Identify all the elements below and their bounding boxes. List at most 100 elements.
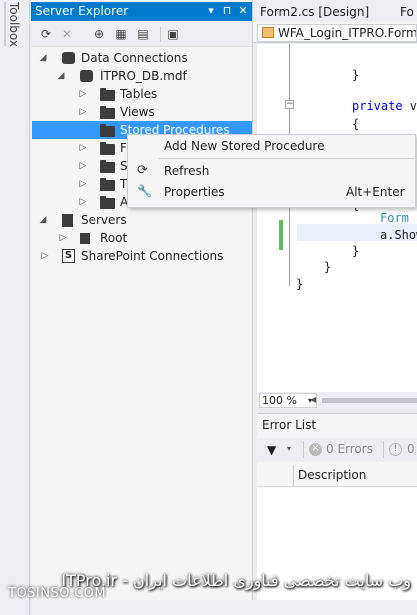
tree-label: Servers	[81, 213, 127, 227]
collapse-arrow-icon[interactable]: ◢	[38, 211, 48, 229]
tree-item-itpro-db[interactable]: ◢ ITPRO_DB.mdf	[38, 67, 252, 85]
zoom-value: 100 %	[262, 394, 297, 407]
code-line: }	[352, 68, 360, 82]
dropdown-icon[interactable]: ▾	[205, 4, 217, 18]
zoom-combo[interactable]: 100 % ▾	[259, 393, 317, 408]
close-icon[interactable]: ✕	[237, 4, 249, 18]
change-indicator	[279, 220, 283, 250]
collapse-outline-icon[interactable]: −	[285, 100, 294, 109]
expand-arrow-icon[interactable]: ▷	[78, 85, 88, 103]
code-line: a.Show	[380, 228, 417, 242]
code-line: }	[324, 260, 332, 274]
connect-to-sharepoint-icon[interactable]: ▤	[135, 26, 151, 42]
chevron-down-icon[interactable]: ▾	[287, 444, 291, 453]
tree-item-synonyms[interactable]: ▷ S	[38, 157, 128, 175]
scroll-left-icon[interactable]: ◀	[310, 395, 316, 404]
class-navigation-combo[interactable]: WFA_Login_ITPRO.Form1	[257, 24, 417, 42]
folder-icon	[100, 88, 115, 101]
code-line: Form a	[380, 210, 417, 226]
column-divider	[293, 465, 294, 487]
folder-icon	[100, 124, 115, 137]
connect-to-server-icon[interactable]: ▦	[113, 26, 129, 42]
code-line: }	[296, 277, 304, 291]
watermark-logo: TOSINSO.COM	[8, 586, 107, 601]
refresh-icon: ⟳	[137, 163, 148, 178]
toolbox-strip	[0, 0, 30, 615]
tree-item-types[interactable]: ▷ T	[38, 175, 128, 193]
code-type: Form	[380, 211, 409, 225]
connect-to-database-icon[interactable]: ⊕	[91, 26, 107, 42]
tree-item-views[interactable]: ▷ Views	[38, 103, 252, 121]
toolbar-divider	[160, 27, 161, 42]
tree-item-assemblies[interactable]: ▷ A	[38, 193, 128, 211]
menu-separator	[158, 158, 414, 159]
error-list-toolbar: ▼ ▾ ✕ 0 Errors ! 0	[257, 438, 417, 462]
expand-arrow-icon[interactable]: ▷	[58, 229, 68, 247]
context-menu: Add New Stored Procedure ⟳ Refresh 🔧 Pro…	[127, 134, 416, 208]
error-list-header: Description	[257, 465, 417, 487]
folder-icon	[100, 196, 115, 209]
pin-icon[interactable]: ⊓	[221, 4, 233, 18]
tree-item-sharepoint-connections[interactable]: ▷ S SharePoint Connections	[38, 247, 252, 265]
errors-filter-button[interactable]: 0 Errors	[326, 442, 373, 456]
tree-item-root[interactable]: ▷ Root	[38, 229, 252, 247]
menu-item-properties[interactable]: Properties	[164, 182, 225, 202]
menu-item-refresh[interactable]: Refresh	[164, 161, 209, 181]
warnings-filter-button[interactable]: 0	[407, 442, 415, 456]
server-explorer-title: Server Explorer	[35, 4, 129, 18]
nav-combo-value: WFA_Login_ITPRO.Form1	[278, 26, 417, 40]
expand-arrow-icon[interactable]: ▷	[40, 247, 50, 265]
warning-icon: !	[389, 443, 402, 456]
error-list-title[interactable]: Error List	[262, 418, 316, 432]
collapse-arrow-icon[interactable]: ◢	[56, 67, 66, 85]
tree-item-servers[interactable]: ◢ Servers	[38, 211, 252, 229]
class-icon	[262, 27, 274, 38]
server-explorer-toolbar: ⟳ ✕ ⊕ ▦ ▤ ▣	[31, 22, 252, 47]
toolbox-label[interactable]: Toolbox	[7, 2, 21, 47]
tab-form1[interactable]: Fo	[400, 3, 417, 21]
watermark-text: وب سایت تخصصی فناوری اطلاعات ایران - ITP…	[61, 571, 411, 590]
code-line: }	[352, 244, 360, 258]
code-line: {	[352, 117, 360, 131]
collapse-arrow-icon[interactable]: ◢	[38, 49, 48, 67]
code-text: vo	[409, 99, 417, 113]
folder-icon	[100, 106, 115, 119]
tree-label: Views	[120, 105, 155, 119]
server-explorer-titlebar: Server Explorer ▾ ⊓ ✕	[31, 2, 252, 21]
toolbar-divider	[303, 441, 304, 458]
expand-arrow-icon[interactable]: ▷	[78, 193, 88, 211]
refresh-icon[interactable]: ⟳	[38, 26, 54, 42]
tree-label: Root	[100, 231, 128, 245]
code-text: a	[409, 211, 417, 225]
folder-icon	[100, 178, 115, 191]
database-file-icon	[80, 70, 93, 82]
folder-icon	[100, 160, 115, 173]
stop-icon[interactable]: ✕	[59, 26, 75, 42]
expand-arrow-icon[interactable]: ▷	[78, 175, 88, 193]
tab-form2-design[interactable]: Form2.cs [Design]	[254, 3, 400, 21]
error-icon: ✕	[309, 443, 322, 456]
database-icon	[62, 52, 75, 64]
menu-item-add-new-stored-procedure[interactable]: Add New Stored Procedure	[164, 136, 324, 156]
expand-arrow-icon[interactable]: ▷	[78, 103, 88, 121]
filter-icon[interactable]: ▼	[267, 443, 276, 457]
tree-item-functions[interactable]: ▷ F	[38, 139, 128, 157]
expand-arrow-icon[interactable]: ▷	[78, 139, 88, 157]
column-header-description[interactable]: Description	[298, 468, 366, 482]
tree-item-data-connections[interactable]: ◢ Data Connections	[38, 49, 252, 67]
tree-label: Tables	[120, 87, 158, 101]
wrench-icon: 🔧	[137, 184, 152, 198]
tree-label: Data Connections	[81, 51, 188, 65]
tree-label: F	[120, 141, 127, 155]
horizontal-scrollbar[interactable]	[322, 398, 417, 403]
toolbar-divider	[383, 441, 384, 458]
tree-label: SharePoint Connections	[81, 249, 224, 263]
server-icon	[62, 214, 73, 227]
code-keyword: private	[352, 99, 403, 113]
menu-shortcut-properties: Alt+Enter	[346, 185, 405, 199]
folder-icon	[100, 142, 115, 155]
expand-arrow-icon[interactable]: ▷	[78, 157, 88, 175]
tree-item-tables[interactable]: ▷ Tables	[38, 85, 252, 103]
server-icon	[80, 233, 90, 244]
properties-icon[interactable]: ▣	[165, 26, 181, 42]
